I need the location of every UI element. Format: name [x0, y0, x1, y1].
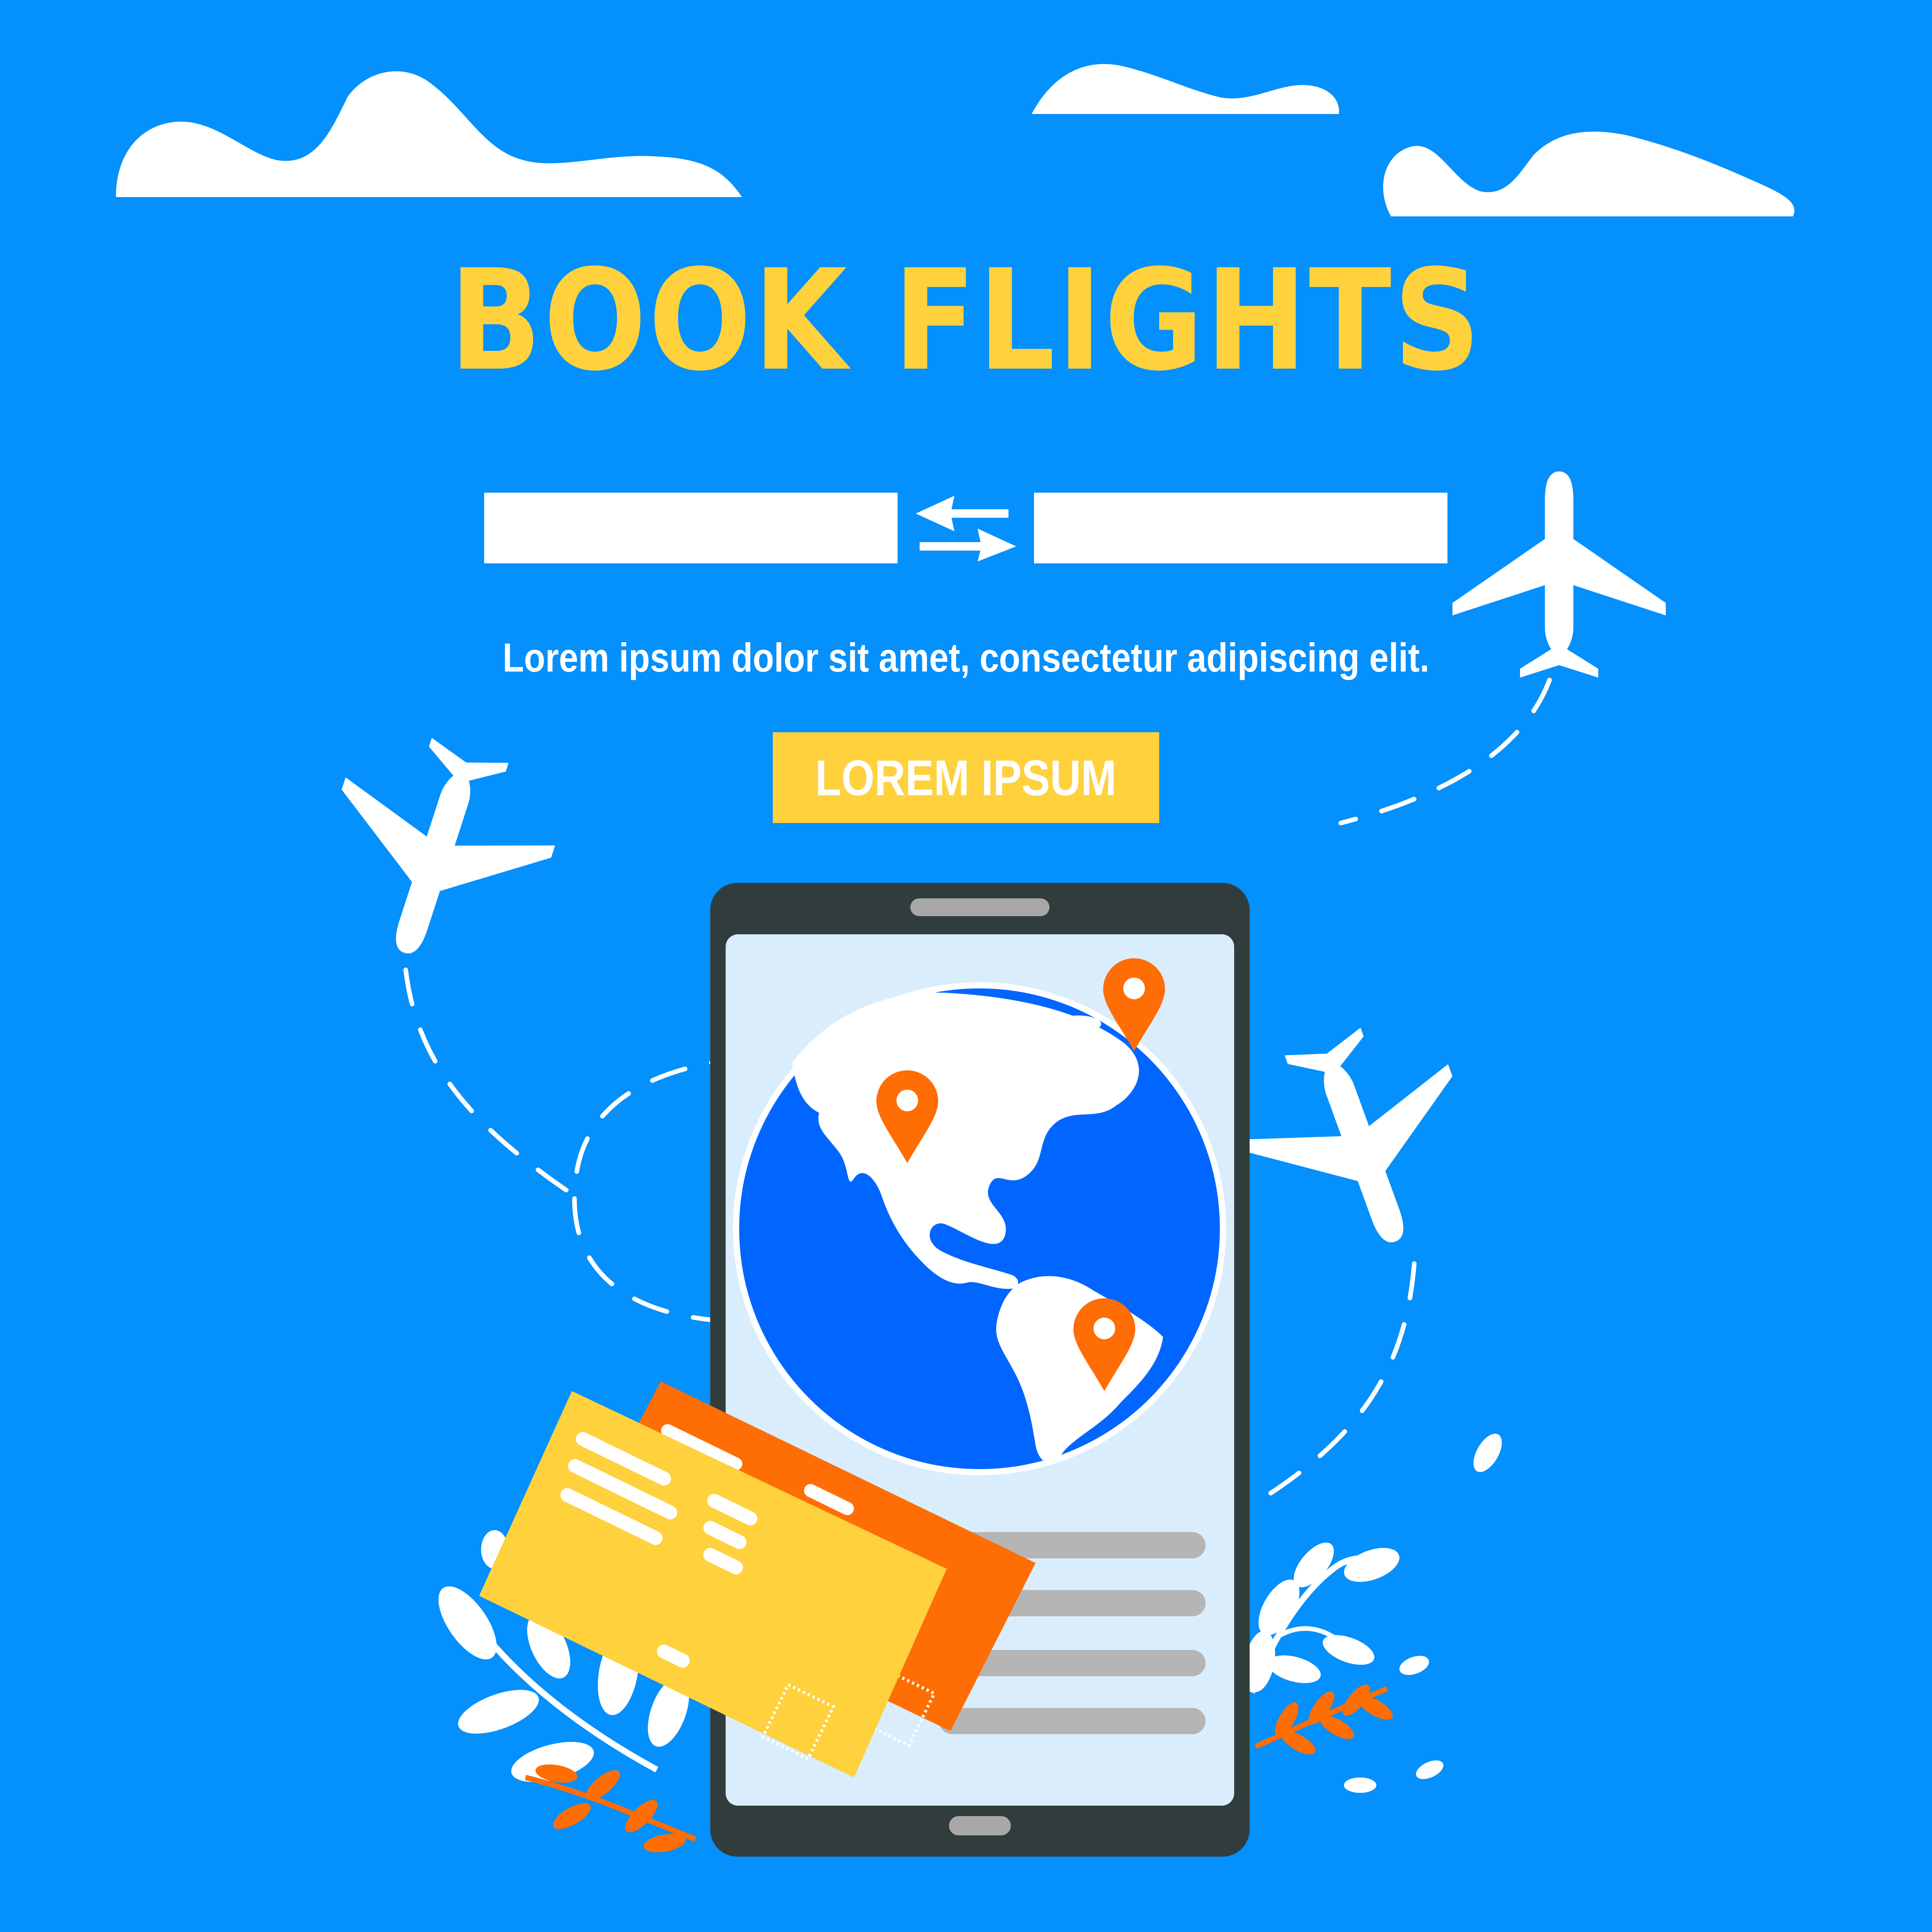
swap-route-button[interactable]: [916, 496, 1016, 561]
page-title: BOOK FLIGHTS: [449, 240, 1483, 401]
to-city-input[interactable]: [1034, 493, 1447, 563]
from-city-input[interactable]: [484, 493, 898, 563]
book-flights-page: { "page": { "title": "BOOK FLIGHTS", "su…: [0, 0, 1932, 1932]
cta-button[interactable]: LOREM IPSUM: [773, 732, 1159, 823]
cta-button-label: LOREM IPSUM: [815, 749, 1117, 806]
page-subtitle: Lorem ipsum dolor sit amet, consectetur …: [502, 635, 1430, 680]
swap-arrows-icon: [916, 496, 1016, 561]
